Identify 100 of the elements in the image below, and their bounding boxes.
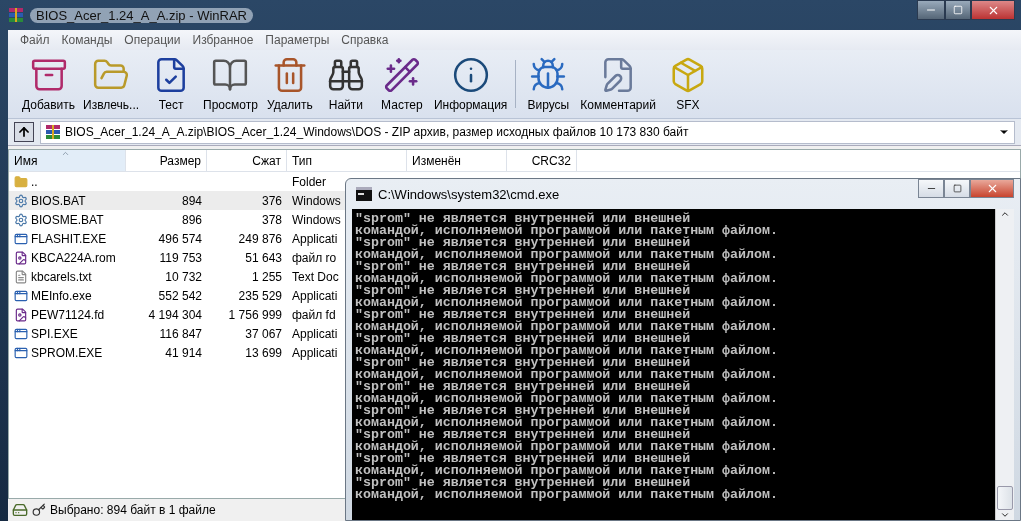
menu-item[interactable]: Файл xyxy=(14,33,56,47)
toolbar-button[interactable]: Просмотр xyxy=(199,54,262,114)
file-name-cell[interactable]: PEW71124.fd xyxy=(9,305,126,324)
size-cell-text: 41 914 xyxy=(164,344,203,362)
toolbar-button[interactable]: Тест xyxy=(143,54,200,114)
close-button[interactable] xyxy=(971,0,1015,20)
window-icon xyxy=(14,288,28,303)
toolbar-button[interactable]: Удалить xyxy=(261,54,318,114)
info-icon xyxy=(451,56,490,94)
console-line: командой, исполняемой программой или пакетным файлом. xyxy=(355,465,779,477)
column-header[interactable]: Тип xyxy=(287,150,407,172)
size-cell-text: 116 847 xyxy=(158,325,203,343)
archive-stack-icon xyxy=(45,124,61,140)
console-line: "sprom" не является внутренней или внешней xyxy=(355,285,692,297)
console-line: командой, исполняемой программой или пакетным файлом. xyxy=(355,321,779,333)
size-cell-text: 10 732 xyxy=(164,268,203,286)
menu-item[interactable]: Справка xyxy=(335,33,395,47)
archive-icon xyxy=(29,56,68,94)
minimize-button[interactable] xyxy=(918,179,944,198)
packed-cell-text: 235 529 xyxy=(237,287,283,305)
maximize-icon xyxy=(953,5,963,15)
menu-item[interactable]: Операции xyxy=(118,33,187,47)
packed-cell-text: 51 643 xyxy=(244,249,283,267)
file-name-cell[interactable]: SPROM.EXE xyxy=(9,343,126,362)
type-text: Applicati xyxy=(292,288,338,303)
toolbar-button[interactable]: Комментарий xyxy=(576,54,660,114)
size-cell: 894 xyxy=(126,191,207,210)
file-name-cell[interactable]: BIOSME.BAT xyxy=(9,210,126,229)
toolbar-button[interactable]: Извлечь... xyxy=(79,54,144,114)
toolbar-button[interactable]: Вирусы xyxy=(520,54,577,114)
file-icon xyxy=(14,250,28,265)
toolbar-button[interactable]: Добавить xyxy=(18,54,80,114)
type-text: Applicati xyxy=(292,231,338,246)
key-icon xyxy=(32,503,46,517)
packed-cell-text: 1 255 xyxy=(250,268,283,286)
file-name-cell[interactable]: SPI.EXE xyxy=(9,324,126,343)
toolbar-button[interactable]: Мастер xyxy=(373,54,430,114)
drive-icon xyxy=(12,502,28,518)
maximize-button[interactable] xyxy=(944,179,970,198)
archive-stack-icon xyxy=(8,7,24,23)
toolbar-button[interactable]: Информация xyxy=(429,54,512,114)
console-line: командой, исполняемой программой или пакетным файлом. xyxy=(355,441,779,453)
file-name-cell[interactable]: MEInfo.exe xyxy=(9,286,126,305)
console-line: командой, исполняемой программой или пакетным файлом. xyxy=(355,393,779,405)
column-header[interactable]: Имя xyxy=(9,150,126,172)
size-cell-text: 496 574 xyxy=(157,230,203,248)
type-text: файл ro xyxy=(292,250,337,265)
window-title: BIOS_Acer_1.24_A_A.zip - WinRAR xyxy=(30,7,253,23)
scroll-up-icon[interactable] xyxy=(1000,209,1010,219)
toolbar-button[interactable]: SFX xyxy=(659,54,716,114)
binoculars-icon xyxy=(326,56,365,94)
document-icon xyxy=(14,269,28,284)
file-name-cell[interactable]: .. xyxy=(9,172,126,191)
wand-icon xyxy=(382,56,421,94)
file-name-cell[interactable]: KBCA224A.rom xyxy=(9,248,126,267)
toolbar-button[interactable]: Найти xyxy=(317,54,374,114)
console-line: командой, исполняемой программой или пакетным файлом. xyxy=(355,417,779,429)
scroll-down-icon[interactable] xyxy=(1000,510,1010,520)
scrollbar-thumb[interactable] xyxy=(997,486,1013,510)
console-line: командой, исполняемой программой или пакетным файлом. xyxy=(355,369,779,381)
console-line: командой, исполняемой программой или пакетным файлом. xyxy=(355,249,779,261)
up-folder-button[interactable] xyxy=(14,122,34,142)
column-header[interactable]: Размер xyxy=(126,150,207,172)
console-line: командой, исполняемой программой или пакетным файлом. xyxy=(355,489,779,501)
close-button[interactable] xyxy=(970,179,1014,198)
packed-cell-text: 1 756 999 xyxy=(227,306,283,324)
file-name-cell[interactable]: kbcarels.txt xyxy=(9,267,126,286)
size-cell-text: 552 542 xyxy=(157,287,203,305)
up-arrow-icon xyxy=(17,125,31,139)
type-text: Folder xyxy=(292,174,326,189)
console-line: "sprom" не является внутренней или внешней xyxy=(355,405,692,417)
menu-item[interactable]: Параметры xyxy=(259,33,336,47)
type-text: Applicati xyxy=(292,345,338,360)
status-text: Выбрано: 894 байт в 1 файле xyxy=(50,503,216,517)
type-text: Text Doc xyxy=(292,269,339,284)
console-line: "sprom" не является внутренней или внешней xyxy=(355,237,692,249)
column-header[interactable]: Сжат xyxy=(207,150,287,172)
console-line: командой, исполняемой программой или пакетным файлом. xyxy=(355,225,779,237)
console-line: "sprom" не является внутренней или внешней xyxy=(355,333,692,345)
type-text: Windows xyxy=(292,212,341,227)
console-line: "sprom" не является внутренней или внешней xyxy=(355,261,692,273)
column-header[interactable]: Изменён xyxy=(407,150,507,172)
menu-item[interactable]: Избранное xyxy=(186,33,260,47)
minimize-button[interactable] xyxy=(917,0,945,20)
sort-icon xyxy=(61,149,70,158)
file-name-cell[interactable]: BIOS.BAT xyxy=(9,191,126,210)
maximize-icon xyxy=(952,184,962,193)
window-icon xyxy=(14,326,28,341)
column-header[interactable]: CRC32 xyxy=(507,150,577,172)
address-path: BIOS_Acer_1.24_A_A.zip\BIOS_Acer_1.24_Windows\DOS - ZIP архив, размер исходных файлов 10 173 830 байт xyxy=(65,125,689,139)
size-cell-text: 896 xyxy=(180,211,203,229)
maximize-button[interactable] xyxy=(945,0,971,20)
packed-cell: 376 xyxy=(207,191,287,210)
packed-cell-text: 249 876 xyxy=(237,230,283,248)
file-name-cell[interactable]: FLASHIT.EXE xyxy=(9,229,126,248)
console-line: командой, исполняемой программой или пакетным файлом. xyxy=(355,297,779,309)
file-icon xyxy=(14,307,28,322)
menu-item[interactable]: Команды xyxy=(55,33,119,47)
address-field[interactable]: BIOS_Acer_1.24_A_A.zip\BIOS_Acer_1.24_Windows\DOS - ZIP архив, размер исходных файлов 10 173 830 байт xyxy=(40,120,1015,144)
console-line: командой, исполняемой программой или пакетным файлом. xyxy=(355,273,779,285)
